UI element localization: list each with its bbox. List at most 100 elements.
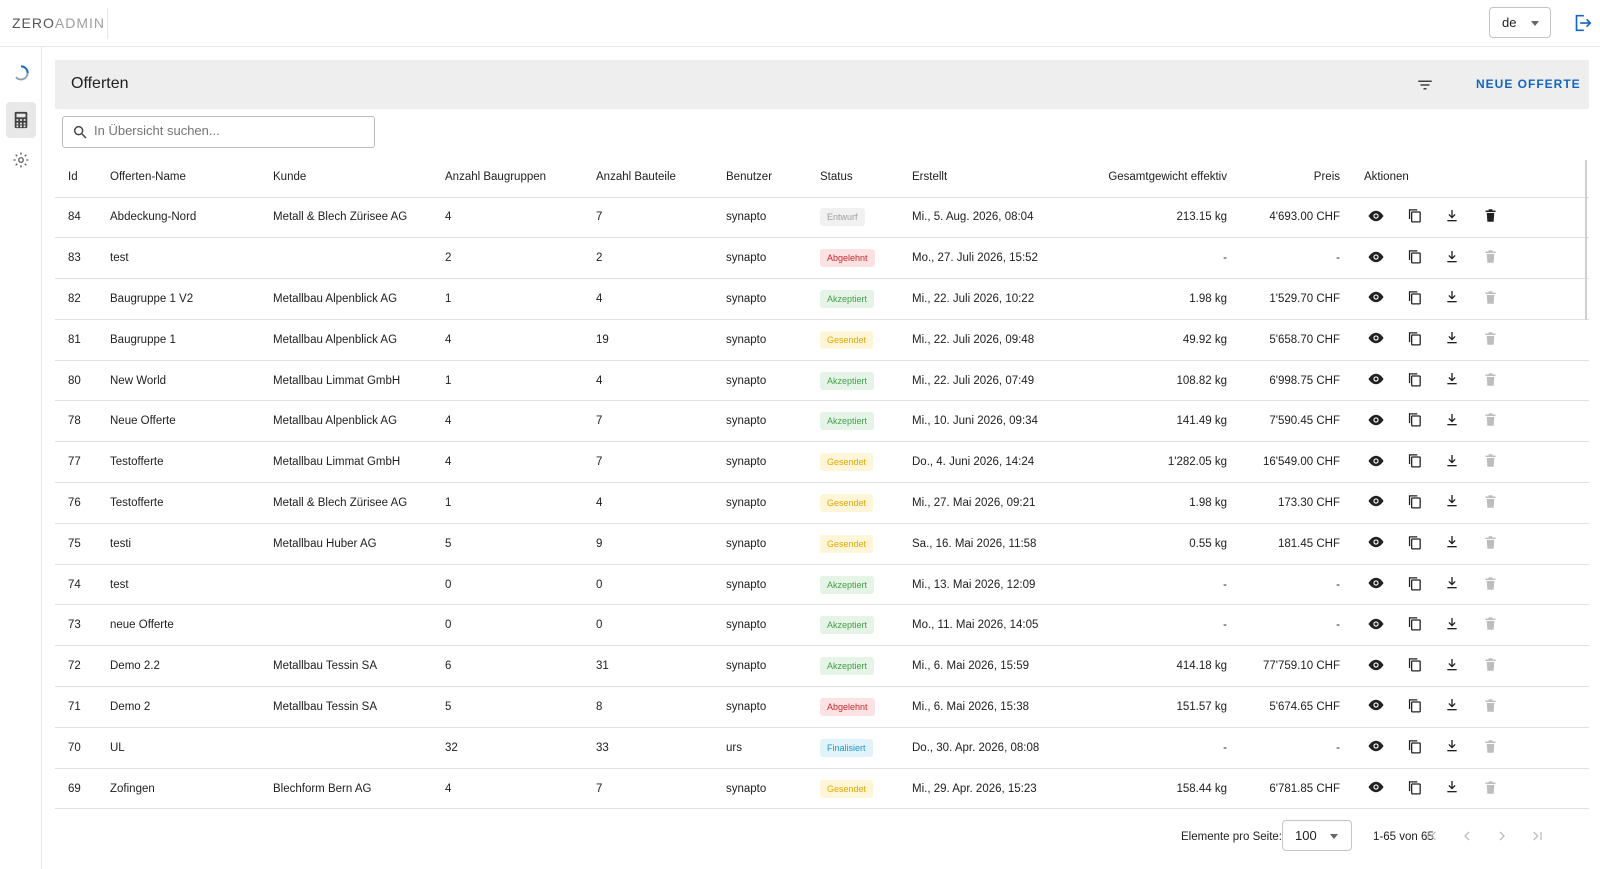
delete-button[interactable]: [1478, 491, 1502, 515]
table-row[interactable]: 84 Abdeckung-Nord Metall & Blech Zürisee A…: [55, 197, 1589, 239]
delete-button[interactable]: [1478, 736, 1502, 760]
duplicate-button[interactable]: [1402, 613, 1426, 637]
offers-table-container[interactable]: Id Offerten-Name Kunde Anzahl Baugruppen…: [55, 158, 1589, 826]
duplicate-button[interactable]: [1402, 573, 1426, 597]
table-row[interactable]: 76 Testofferte Metall & Blech Zürisee AG 1 4…: [55, 482, 1589, 524]
last-page-button[interactable]: [1524, 823, 1550, 849]
first-page-button[interactable]: [1419, 823, 1445, 849]
view-button[interactable]: [1364, 777, 1388, 801]
view-button[interactable]: [1364, 736, 1388, 760]
duplicate-button[interactable]: [1402, 695, 1426, 719]
col-header-status[interactable]: Status: [820, 158, 912, 198]
duplicate-button[interactable]: [1402, 328, 1426, 352]
download-button[interactable]: [1440, 573, 1464, 597]
next-page-button[interactable]: [1489, 823, 1515, 849]
download-button[interactable]: [1440, 736, 1464, 760]
download-button[interactable]: [1440, 491, 1464, 515]
per-page-select[interactable]: 100: [1282, 820, 1352, 851]
view-button[interactable]: [1364, 450, 1388, 474]
scrollbar[interactable]: [1585, 160, 1587, 320]
view-button[interactable]: [1364, 205, 1388, 229]
duplicate-button[interactable]: [1402, 409, 1426, 433]
download-button[interactable]: [1440, 613, 1464, 637]
sidebar-item-offerten[interactable]: [6, 102, 36, 138]
delete-button[interactable]: [1478, 450, 1502, 474]
table-row[interactable]: 70 UL 32 33 urs Finalisiert Do., 30. Apr. 2026…: [55, 727, 1589, 769]
new-offer-button[interactable]: NEUE OFFERTE: [1476, 77, 1581, 91]
duplicate-button[interactable]: [1402, 777, 1426, 801]
download-button[interactable]: [1440, 777, 1464, 801]
duplicate-button[interactable]: [1402, 369, 1426, 393]
table-row[interactable]: 69 Zofingen Blechform Bern AG 4 7 synapto Gese…: [55, 768, 1589, 810]
delete-button[interactable]: [1478, 532, 1502, 556]
table-row[interactable]: 72 Demo 2.2 Metallbau Tessin SA 6 31 synapto A…: [55, 645, 1589, 688]
sidebar-item-loading[interactable]: [6, 55, 36, 91]
col-header-benutzer[interactable]: Benutzer: [726, 158, 820, 198]
duplicate-button[interactable]: [1402, 205, 1426, 229]
delete-button[interactable]: [1478, 287, 1502, 311]
table-row[interactable]: 80 New World Metallbau Limmat GmbH 1 4 synapt…: [55, 360, 1589, 402]
duplicate-button[interactable]: [1402, 491, 1426, 515]
delete-button[interactable]: [1478, 369, 1502, 393]
download-button[interactable]: [1440, 246, 1464, 270]
col-header-id[interactable]: Id: [55, 158, 110, 198]
filter-icon[interactable]: [1413, 73, 1437, 97]
language-select[interactable]: de: [1489, 7, 1551, 38]
view-button[interactable]: [1364, 573, 1388, 597]
duplicate-button[interactable]: [1402, 246, 1426, 270]
view-button[interactable]: [1364, 695, 1388, 719]
download-button[interactable]: [1440, 695, 1464, 719]
view-button[interactable]: [1364, 328, 1388, 352]
table-row[interactable]: 83 test 2 2 synapto Abgelehnt Mo., 27. Juli 20…: [55, 237, 1589, 280]
delete-button[interactable]: [1478, 246, 1502, 270]
col-header-erstellt[interactable]: Erstellt: [912, 158, 1092, 198]
download-button[interactable]: [1440, 654, 1464, 678]
duplicate-button[interactable]: [1402, 450, 1426, 474]
view-button[interactable]: [1364, 654, 1388, 678]
app-logo[interactable]: ZEROADMIN: [12, 15, 105, 31]
delete-button[interactable]: [1478, 695, 1502, 719]
col-header-kunde[interactable]: Kunde: [273, 158, 445, 198]
view-button[interactable]: [1364, 369, 1388, 393]
view-button[interactable]: [1364, 532, 1388, 556]
view-button[interactable]: [1364, 246, 1388, 270]
col-header-baugruppen[interactable]: Anzahl Baugruppen: [445, 158, 596, 198]
duplicate-button[interactable]: [1402, 532, 1426, 556]
duplicate-button[interactable]: [1402, 736, 1426, 760]
previous-page-button[interactable]: [1454, 823, 1480, 849]
sidebar-item-settings[interactable]: [6, 142, 36, 178]
search-input[interactable]: [94, 123, 364, 138]
delete-button[interactable]: [1478, 205, 1502, 229]
download-button[interactable]: [1440, 409, 1464, 433]
delete-button[interactable]: [1478, 328, 1502, 352]
table-row[interactable]: 82 Baugruppe 1 V2 Metallbau Alpenblick AG 1…: [55, 278, 1589, 320]
download-button[interactable]: [1440, 369, 1464, 393]
duplicate-button[interactable]: [1402, 287, 1426, 311]
table-row[interactable]: 75 testi Metallbau Huber AG 5 9 synapto Gesend…: [55, 523, 1589, 565]
table-row[interactable]: 73 neue Offerte 0 0 synapto Akzeptiert Mo., 11…: [55, 604, 1589, 647]
view-button[interactable]: [1364, 287, 1388, 311]
table-row[interactable]: 71 Demo 2 Metallbau Tessin SA 5 8 synapto Abge…: [55, 686, 1589, 728]
col-header-preis[interactable]: Preis: [1227, 158, 1340, 198]
delete-button[interactable]: [1478, 654, 1502, 678]
delete-button[interactable]: [1478, 409, 1502, 433]
download-button[interactable]: [1440, 328, 1464, 352]
table-row[interactable]: 77 Testofferte Metallbau Limmat GmbH 4 7 syna…: [55, 441, 1589, 484]
delete-button[interactable]: [1478, 613, 1502, 637]
download-button[interactable]: [1440, 532, 1464, 556]
table-row[interactable]: 81 Baugruppe 1 Metallbau Alpenblick AG 4 19 s…: [55, 319, 1589, 361]
duplicate-button[interactable]: [1402, 654, 1426, 678]
table-row[interactable]: 78 Neue Offerte Metallbau Alpenblick AG 4 7 s…: [55, 400, 1589, 443]
table-row[interactable]: 74 test 0 0 synapto Akzeptiert Mi., 13. Mai 20…: [55, 564, 1589, 606]
col-header-bauteile[interactable]: Anzahl Bauteile: [596, 158, 726, 198]
delete-button[interactable]: [1478, 573, 1502, 597]
logout-icon[interactable]: [1571, 12, 1593, 34]
download-button[interactable]: [1440, 205, 1464, 229]
view-button[interactable]: [1364, 409, 1388, 433]
col-header-name[interactable]: Offerten-Name: [110, 158, 273, 198]
download-button[interactable]: [1440, 450, 1464, 474]
col-header-gewicht[interactable]: Gesamtgewicht effektiv: [1092, 158, 1227, 198]
view-button[interactable]: [1364, 491, 1388, 515]
download-button[interactable]: [1440, 287, 1464, 311]
delete-button[interactable]: [1478, 777, 1502, 801]
